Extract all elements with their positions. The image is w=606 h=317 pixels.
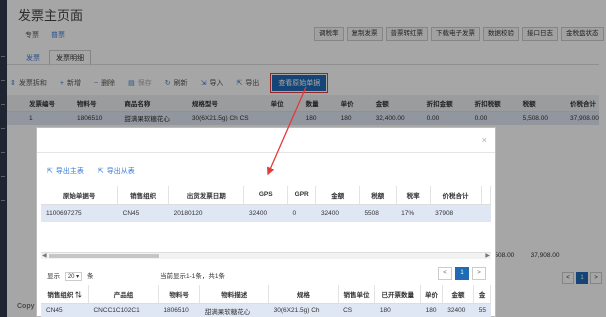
column-header[interactable]: 金额 [442,285,475,304]
export-main-button[interactable]: ⇱ 导出主表 [47,166,84,176]
export-detail-button[interactable]: ⇱ 导出从表 [98,166,135,176]
chevron-down-icon: ▾ [76,274,80,280]
column-header-label: 销售组织 [47,291,74,299]
scroll-left-icon[interactable]: ◀ [42,252,47,259]
cell: 32400 [315,204,360,222]
export-detail-label: 导出从表 [106,168,135,175]
cell: 55 [473,303,491,317]
column-header[interactable]: 税率 [396,186,431,205]
cell: CS [338,303,375,317]
column-header[interactable]: 产品组 [88,285,159,304]
dialog-header-divider [37,152,495,153]
dialog-toolbar: ⇱ 导出主表 ⇱ 导出从表 [47,166,135,176]
cell: 1806510 [158,303,200,317]
column-header[interactable]: 价税合计 [430,186,482,205]
cell: CN45 [117,204,169,222]
dialog-pager: < 1 > [438,267,486,280]
page-size-select[interactable]: 20 ▾ [64,272,83,281]
table-row[interactable]: CN45 CNCC1C102C1 1806510 甜满果软糖花心 30(6X21… [41,303,491,317]
column-header [481,186,491,205]
column-header[interactable]: 金 [473,285,491,304]
column-header[interactable]: GPR [287,186,317,205]
column-header[interactable]: 物料描述 [199,285,270,304]
cell: 32400 [442,303,474,317]
cell: 30(6X21.5g) Ch [268,303,339,317]
page-1-button[interactable]: 1 [455,267,469,280]
cell: 5508 [359,204,397,222]
column-header[interactable]: 出货发票日期 [168,186,245,205]
column-header[interactable]: 物料号 [158,285,201,304]
prev-page-button[interactable]: < [438,267,452,280]
source-document-dialog: × ⇱ 导出主表 ⇱ 导出从表 原始单据号 销售组织 出货发票日期 GPS GPR … [36,127,496,317]
unit-label: 条 [87,273,94,280]
table-row[interactable]: 1100697275 CN45 20180120 32400 0 32400 5… [41,204,491,222]
scrollbar-thumb[interactable] [49,254,159,258]
cell: 1100697275 [41,204,118,222]
column-header[interactable]: 规格 [268,285,339,304]
table-header-row: 原始单据号 销售组织 出货发票日期 GPS GPR 金额 税额 税率 价税合计 [41,186,491,205]
column-header[interactable]: 金额 [315,186,360,205]
cell: CN45 [41,303,89,317]
source-main-table: 原始单据号 销售组织 出货发票日期 GPS GPR 金额 税额 税率 价税合计 … [41,186,491,222]
column-header[interactable]: 销售组织 ⇅ [41,285,89,304]
page-size-value: 20 [67,274,75,280]
export-icon: ⇱ [97,168,104,175]
export-main-label: 导出主表 [55,168,84,175]
cell: 20180120 [168,204,244,222]
table-header-row: 销售组织 ⇅ 产品组 物料号 物料描述 规格 销售单位 已开票数量 单价 金额 … [41,285,491,304]
close-icon[interactable]: × [482,135,487,145]
pagination-summary: 当前显示1-1条，共1条 [160,273,226,280]
column-header[interactable]: 已开票数量 [374,285,422,304]
horizontal-scrollbar[interactable]: ◀ ▶ [41,252,491,259]
sort-icon[interactable]: ⇅ [75,292,82,299]
source-detail-table: 销售组织 ⇅ 产品组 物料号 物料描述 规格 销售单位 已开票数量 单价 金额 … [41,285,491,317]
scroll-right-icon[interactable]: ▶ [485,252,490,259]
export-icon: ⇱ [47,168,53,175]
column-header[interactable]: 税额 [359,186,397,205]
column-header[interactable]: 销售单位 [338,285,376,304]
cell: 甜满果软糖花心 [199,303,269,317]
cell: 37908 [430,204,481,222]
cell [481,204,491,222]
column-header[interactable]: 原始单据号 [41,186,119,205]
cell: 17% [396,204,431,222]
cell: 180 [420,303,443,317]
cell: 180 [374,303,421,317]
cell: CNCC1C102C1 [88,303,159,317]
show-label: 显示 [47,273,60,280]
next-page-button[interactable]: > [472,267,486,280]
column-header[interactable]: 销售组织 [117,186,170,205]
column-header[interactable]: GPS [243,186,288,205]
column-header[interactable]: 单价 [420,285,443,304]
cell: 32400 [243,204,288,222]
cell: 0 [287,204,316,222]
page-size-control: 显示 20 ▾ 条 [47,270,94,281]
